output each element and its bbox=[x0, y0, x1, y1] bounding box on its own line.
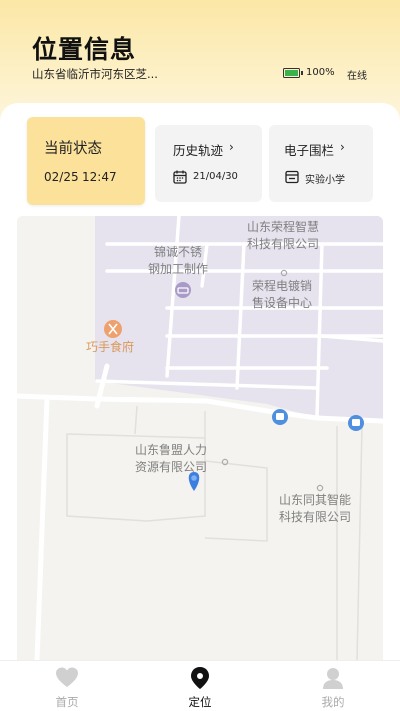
map-label-qiaoshou: 巧手食府 bbox=[86, 340, 135, 354]
map-view[interactable]: 山东荣程智慧 科技有限公司 锦诚不锈 钢加工制作 荣程电镀销 售设备中心 巧手食府 山… bbox=[17, 216, 383, 661]
electronic-fence-card[interactable]: 电子围栏 › 实验小学 bbox=[269, 125, 373, 202]
status-date: 02/25 bbox=[44, 170, 79, 184]
status-time: 12:47 bbox=[82, 170, 117, 184]
map-label-jincheng: 锦诚不锈 钢加工制作 bbox=[148, 245, 209, 276]
header: 位置信息 山东省临沂市河东区芝... 100% 在线 bbox=[0, 0, 400, 110]
current-status-card[interactable]: 当前状态 02/25 12:47 bbox=[27, 117, 145, 205]
online-status: 在线 bbox=[347, 71, 367, 82]
battery-icon bbox=[283, 68, 303, 78]
location-pin-icon bbox=[191, 667, 209, 689]
history-track-title: 历史轨迹 bbox=[173, 143, 224, 158]
current-status-label: 当前状态 bbox=[44, 141, 102, 157]
map-label-rongcheng-zhihui: 山东荣程智慧 科技有限公司 bbox=[247, 220, 320, 251]
user-icon bbox=[323, 668, 343, 689]
history-track-date: 21/04/30 bbox=[193, 171, 238, 182]
fence-icon bbox=[285, 170, 299, 184]
map-label-rongcheng-dianti: 荣程电镀销 售设备中心 bbox=[252, 279, 313, 310]
electronic-fence-location: 实验小学 bbox=[305, 175, 345, 186]
tab-location-label: 定位 bbox=[188, 695, 212, 709]
tab-profile[interactable]: 我的 bbox=[293, 661, 373, 711]
map-label-tongqi: 山东同其智能 科技有限公司 bbox=[279, 493, 352, 524]
tab-home-label: 首页 bbox=[55, 695, 79, 709]
map-canvas bbox=[17, 216, 383, 661]
calendar-icon bbox=[173, 170, 187, 184]
battery-level: 100% bbox=[306, 67, 335, 78]
tab-home[interactable]: 首页 bbox=[27, 661, 107, 711]
address-text: 山东省临沂市河东区芝... bbox=[32, 67, 158, 81]
history-track-card[interactable]: 历史轨迹 › 21/04/30 bbox=[155, 125, 262, 202]
chevron-right-icon: › bbox=[229, 140, 234, 154]
tab-location[interactable]: 定位 bbox=[160, 661, 240, 711]
chevron-right-icon: › bbox=[340, 140, 345, 154]
bottom-tab-bar: 首页 定位 我的 bbox=[0, 660, 400, 711]
electronic-fence-title: 电子围栏 bbox=[284, 143, 335, 158]
heart-icon bbox=[56, 667, 78, 687]
map-label-lumeng: 山东鲁盟人力 资源有限公司 bbox=[135, 443, 208, 474]
tab-profile-label: 我的 bbox=[321, 695, 345, 709]
page-title: 位置信息 bbox=[32, 35, 137, 64]
